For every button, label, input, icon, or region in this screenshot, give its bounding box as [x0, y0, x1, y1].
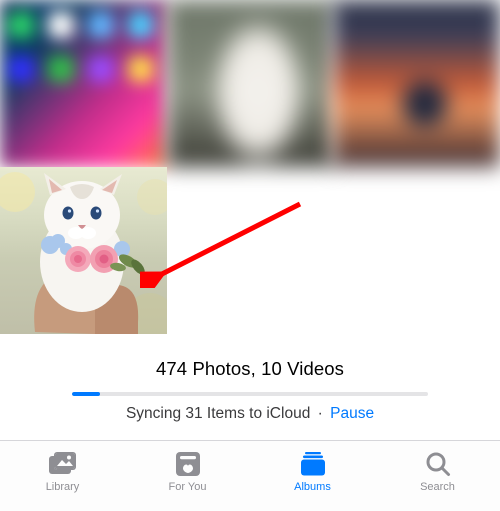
albums-icon — [298, 449, 328, 479]
sync-progress-track — [72, 392, 428, 396]
tab-label: Search — [420, 481, 455, 493]
tab-search[interactable]: Search — [375, 441, 500, 511]
tab-label: For You — [169, 481, 207, 493]
tab-albums[interactable]: Albums — [250, 441, 375, 511]
tab-for-you[interactable]: For You — [125, 441, 250, 511]
photo-count-summary: 474 Photos, 10 Videos — [0, 358, 500, 380]
for-you-icon — [173, 449, 203, 479]
tab-label: Library — [46, 481, 80, 493]
tab-library[interactable]: Library — [0, 441, 125, 511]
search-icon — [423, 449, 453, 479]
sync-progress-fill — [72, 392, 100, 396]
tab-label: Albums — [294, 481, 331, 493]
grid-row — [0, 0, 500, 167]
sync-status-text: Syncing 31 Items to iCloud — [126, 405, 310, 422]
photo-thumbnail[interactable] — [0, 0, 167, 167]
pause-button[interactable]: Pause — [330, 405, 374, 422]
separator: · — [318, 405, 323, 422]
sync-status: Syncing 31 Items to iCloud · Pause — [0, 405, 500, 423]
photo-thumbnail[interactable] — [0, 167, 167, 334]
photo-thumbnail[interactable] — [167, 0, 334, 167]
grid-row — [0, 167, 500, 334]
tab-bar: Library For You Albums — [0, 440, 500, 511]
photo-count-text: 474 Photos, 10 Videos — [156, 358, 344, 379]
photo-thumbnail[interactable] — [333, 0, 500, 167]
photo-grid — [0, 0, 500, 334]
library-icon — [48, 449, 78, 479]
